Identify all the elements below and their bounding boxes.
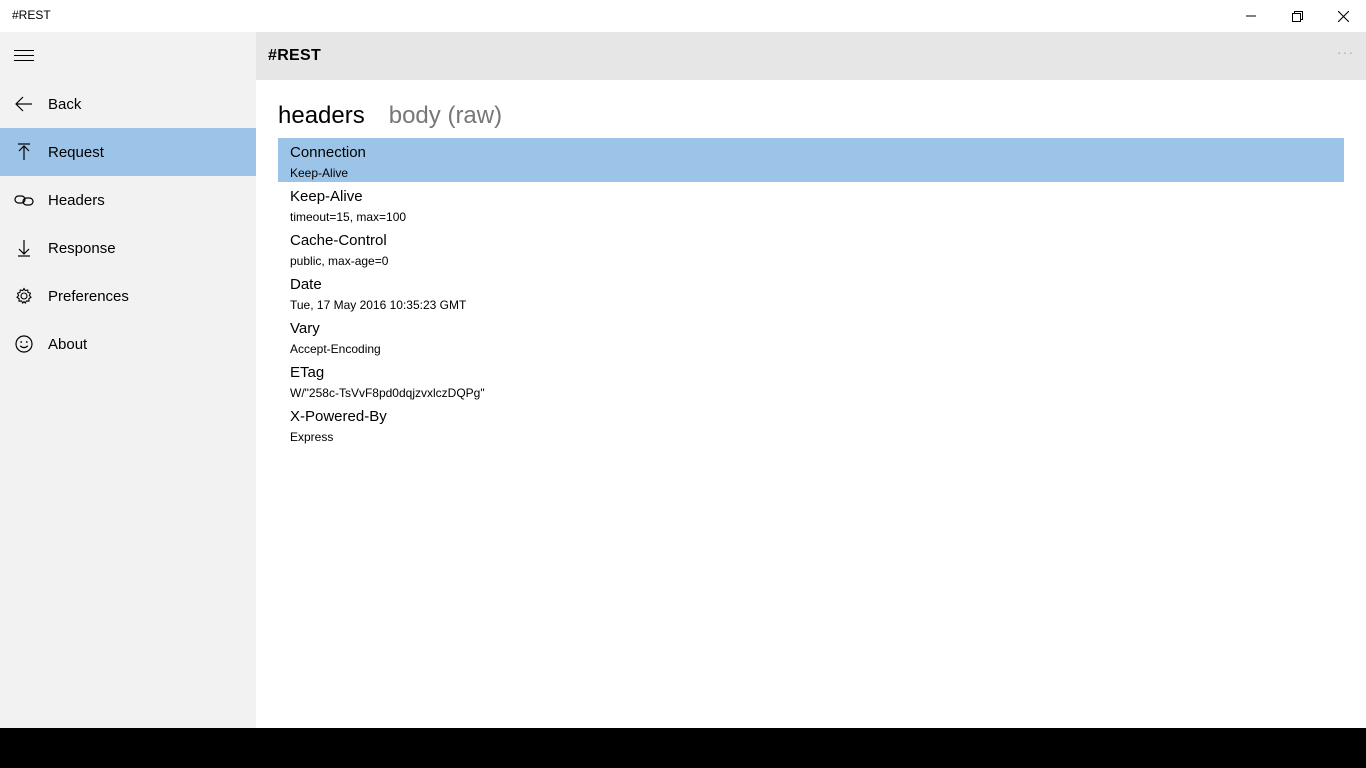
close-icon bbox=[1337, 10, 1349, 22]
sidebar-item-headers[interactable]: Headers bbox=[0, 176, 256, 224]
hamburger-button[interactable] bbox=[0, 32, 48, 80]
sidebar-item-back[interactable]: Back bbox=[0, 80, 256, 128]
sidebar-item-label: Response bbox=[48, 239, 116, 257]
list-item[interactable]: Vary Accept-Encoding bbox=[278, 314, 1344, 358]
upload-arrow-icon bbox=[0, 128, 48, 176]
sidebar-item-label: Back bbox=[48, 95, 82, 113]
header-name: Date bbox=[290, 276, 322, 293]
sidebar-item-label: About bbox=[48, 335, 88, 353]
headers-list: Connection Keep-Alive Keep-Alive timeout… bbox=[278, 138, 1344, 446]
sidebar-item-request[interactable]: Request bbox=[0, 128, 256, 176]
sidebar-nav: Back Request Headers Response Preference… bbox=[0, 80, 256, 368]
sidebar-item-response[interactable]: Response bbox=[0, 224, 256, 272]
pivot-tabs: headers body (raw) bbox=[278, 100, 526, 132]
header-name: X-Powered-By bbox=[290, 408, 387, 425]
list-item[interactable]: Keep-Alive timeout=15, max=100 bbox=[278, 182, 1344, 226]
list-item[interactable]: X-Powered-By Express bbox=[278, 402, 1344, 446]
list-item[interactable]: ETag W/"258c-TsVvF8pd0dqjzvxlczDQPg" bbox=[278, 358, 1344, 402]
app-header: #REST ··· bbox=[256, 32, 1366, 80]
list-item[interactable]: Date Tue, 17 May 2016 10:35:23 GMT bbox=[278, 270, 1344, 314]
sidebar-item-label: Request bbox=[48, 143, 104, 161]
header-name: Vary bbox=[290, 320, 320, 337]
sidebar-item-label: Headers bbox=[48, 191, 105, 209]
page-title: #REST bbox=[268, 47, 322, 64]
main-content: #REST ··· headers body (raw) Connection … bbox=[256, 32, 1366, 728]
title-bar: #REST bbox=[0, 0, 1366, 32]
header-value: Accept-Encoding bbox=[290, 342, 381, 356]
sidebar-item-label: Preferences bbox=[48, 287, 129, 305]
more-options-button[interactable]: ··· bbox=[1337, 44, 1354, 60]
minimize-icon bbox=[1246, 15, 1256, 17]
sidebar: Back Request Headers Response Preference… bbox=[0, 32, 256, 728]
tab-body-raw[interactable]: body (raw) bbox=[389, 100, 502, 132]
header-value: Keep-Alive bbox=[290, 166, 349, 180]
back-arrow-icon bbox=[0, 80, 48, 128]
header-name: ETag bbox=[290, 364, 325, 381]
close-button[interactable] bbox=[1320, 0, 1366, 32]
minimize-button[interactable] bbox=[1228, 0, 1274, 32]
tab-headers[interactable]: headers bbox=[278, 100, 365, 132]
restore-icon bbox=[1291, 10, 1303, 22]
restore-button[interactable] bbox=[1274, 0, 1320, 32]
header-value: Express bbox=[290, 430, 334, 444]
header-value: public, max-age=0 bbox=[290, 254, 389, 268]
header-name: Connection bbox=[290, 144, 366, 161]
gear-icon bbox=[0, 272, 48, 320]
header-value: Tue, 17 May 2016 10:35:23 GMT bbox=[290, 298, 467, 312]
sidebar-item-about[interactable]: About bbox=[0, 320, 256, 368]
sidebar-item-preferences[interactable]: Preferences bbox=[0, 272, 256, 320]
link-icon bbox=[0, 176, 48, 224]
taskbar bbox=[0, 728, 1366, 768]
list-item[interactable]: Connection Keep-Alive bbox=[278, 138, 1344, 182]
smiley-icon bbox=[0, 320, 48, 368]
hamburger-icon bbox=[14, 50, 34, 61]
download-arrow-icon bbox=[0, 224, 48, 272]
header-value: W/"258c-TsVvF8pd0dqjzvxlczDQPg" bbox=[290, 386, 485, 400]
header-name: Cache-Control bbox=[290, 232, 387, 249]
list-item[interactable]: Cache-Control public, max-age=0 bbox=[278, 226, 1344, 270]
header-value: timeout=15, max=100 bbox=[290, 210, 407, 224]
window-title: #REST bbox=[12, 8, 51, 22]
header-name: Keep-Alive bbox=[290, 188, 363, 205]
